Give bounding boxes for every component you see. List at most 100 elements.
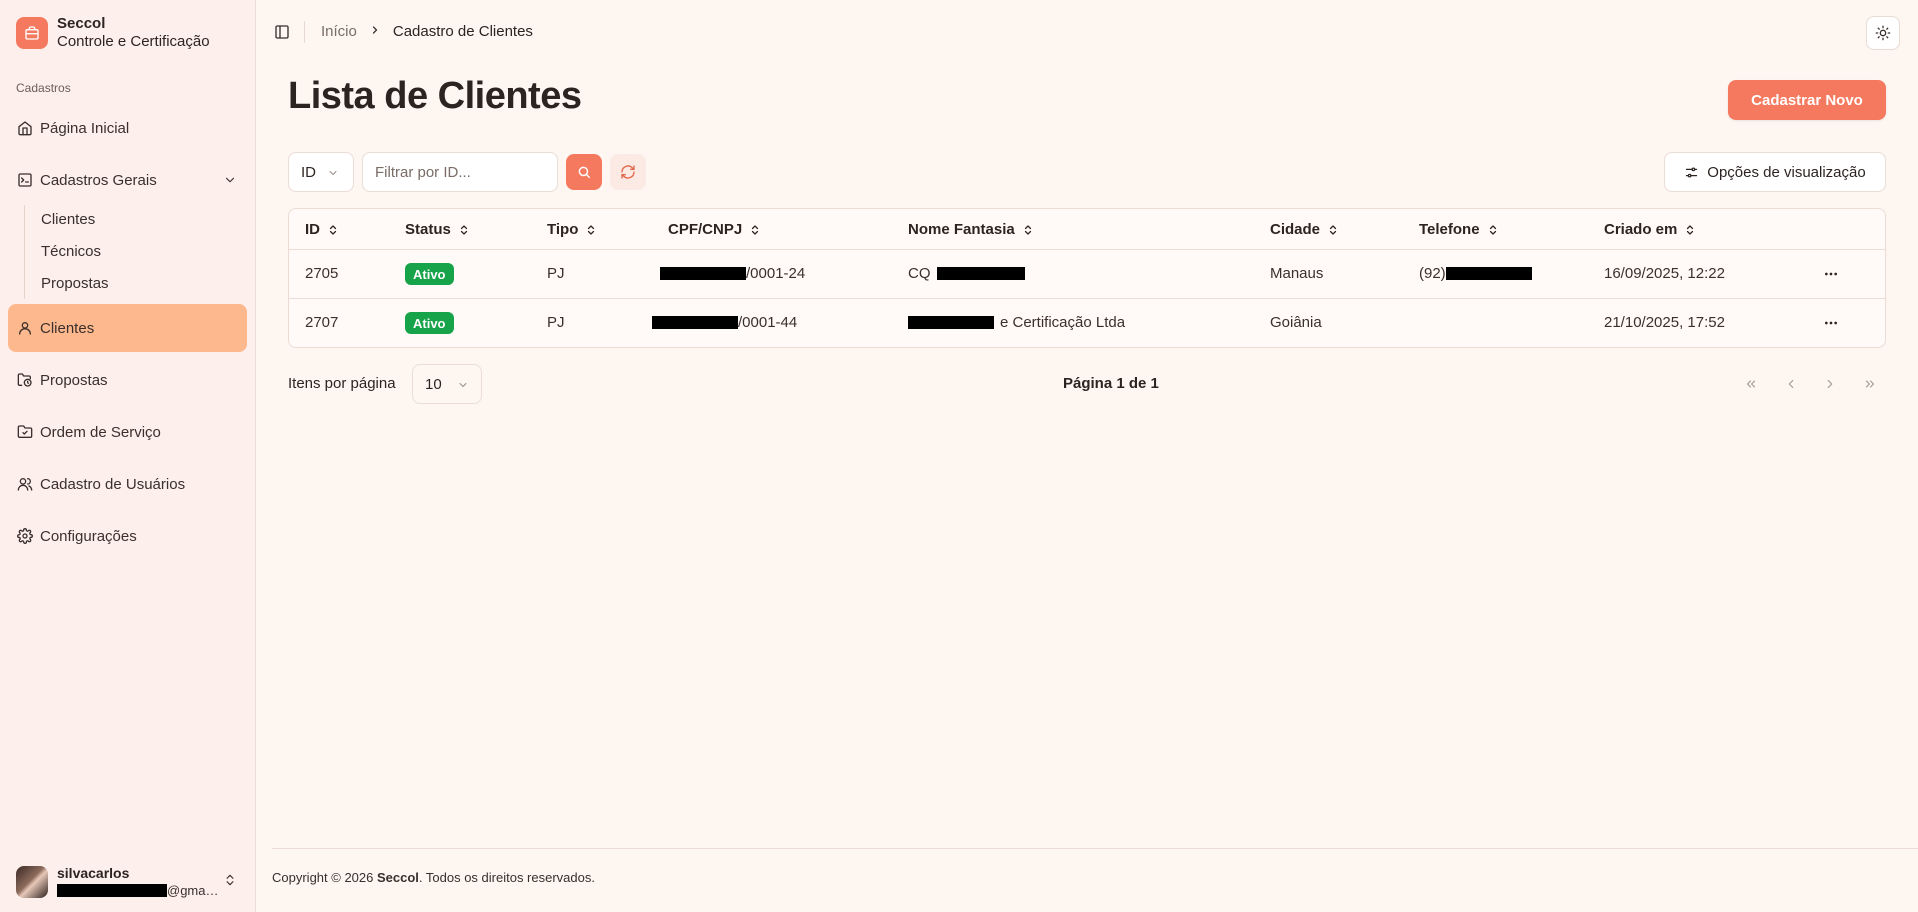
sidebar: Seccol Controle e Certificação Cadastros… (0, 0, 256, 912)
column-header-cidade[interactable]: Cidade (1270, 221, 1339, 238)
table-header: ID Status Tipo CPF/CNPJ Nome Fantasia Ci… (289, 209, 1885, 250)
column-header-cpf-cnpj[interactable]: CPF/CNPJ (668, 221, 761, 238)
search-button[interactable] (566, 154, 602, 190)
submenu-line (24, 205, 25, 299)
sidebar-item-propostas[interactable]: Propostas (8, 363, 247, 397)
chevrons-up-down-icon[interactable] (223, 872, 237, 893)
sort-icon (327, 223, 339, 237)
sort-icon (1327, 223, 1339, 237)
cell-nome-fantasia: CQ (908, 265, 1025, 282)
column-header-id[interactable]: ID (305, 221, 339, 238)
redacted-block (660, 267, 746, 280)
sort-icon (1022, 223, 1034, 237)
refresh-icon (620, 164, 636, 180)
sun-icon (1875, 25, 1891, 41)
cell-cidade: Manaus (1270, 265, 1324, 282)
sort-icon (749, 223, 761, 237)
items-per-page-select[interactable]: 10 (412, 364, 482, 404)
brand-name: Seccol (57, 15, 106, 32)
sidebar-item-ordem-de-servico[interactable]: Ordem de Serviço (8, 415, 247, 449)
chevron-down-icon (457, 378, 469, 395)
redacted-block (57, 884, 167, 897)
column-header-criado-em[interactable]: Criado em (1604, 221, 1696, 238)
user-menu[interactable]: silvacarlos @gma… (16, 865, 219, 899)
filter-field-value: ID (301, 163, 316, 181)
sidebar-item-configuracoes[interactable]: Configurações (8, 519, 247, 553)
status-badge: Ativo (405, 263, 454, 285)
status-badge: Ativo (405, 312, 454, 334)
theme-toggle-button[interactable] (1866, 16, 1900, 50)
first-page-icon[interactable] (1739, 372, 1763, 396)
more-horizontal-icon[interactable] (1819, 262, 1843, 286)
cell-tipo: PJ (547, 265, 565, 282)
footer-brand: Seccol (376, 870, 419, 885)
cell-id: 2707 (305, 314, 339, 331)
cell-telefone: (92) (1419, 265, 1532, 282)
avatar (16, 866, 48, 898)
sidebar-item-clientes[interactable]: Clientes (8, 304, 247, 352)
briefcase-icon (16, 17, 48, 49)
redacted-block (908, 316, 994, 329)
view-options-label: Opções de visualização (1707, 163, 1866, 181)
folder-check-icon (17, 424, 33, 440)
terminal-square-icon (17, 172, 33, 188)
breadcrumb-inicio[interactable]: Início (321, 23, 357, 40)
view-options-button[interactable]: Opções de visualização (1664, 152, 1886, 192)
items-per-page-label: Itens por página (288, 375, 396, 392)
redacted-block (1445, 267, 1532, 280)
footer: Copyright © 2026 Seccol. Todos os direit… (272, 870, 595, 885)
redacted-block (652, 316, 738, 329)
page-info: Página 1 de 1 (1063, 375, 1159, 392)
brand[interactable]: Seccol Controle e Certificação (16, 15, 210, 51)
chevron-right-icon (369, 23, 381, 40)
page-title: Lista de Clientes (288, 75, 582, 117)
more-horizontal-icon[interactable] (1819, 311, 1843, 335)
sort-icon (1684, 223, 1696, 237)
cell-id: 2705 (305, 265, 339, 282)
breadcrumb: Início Cadastro de Clientes (321, 23, 533, 40)
folder-clock-icon (17, 372, 33, 388)
cell-nome-fantasia: e Certificação Ltda (908, 314, 1125, 331)
column-header-telefone[interactable]: Telefone (1419, 221, 1499, 238)
brand-subtitle: Controle e Certificação (57, 33, 210, 50)
table-row[interactable]: 2707 Ativo PJ /0001-44 e Certificação Lt… (289, 299, 1885, 347)
column-header-status[interactable]: Status (405, 221, 470, 238)
cell-tipo: PJ (547, 314, 565, 331)
column-header-tipo[interactable]: Tipo (547, 221, 597, 238)
sidebar-item-label: Clientes (40, 319, 95, 337)
sort-icon (458, 223, 470, 237)
search-icon (577, 165, 591, 179)
chevron-down-icon (223, 173, 237, 191)
chevron-down-icon (327, 166, 339, 183)
column-header-nome-fantasia[interactable]: Nome Fantasia (908, 221, 1034, 238)
sidebar-item-label: Configurações (40, 527, 137, 545)
home-icon (17, 120, 33, 136)
sidebar-item-label: Página Inicial (40, 119, 130, 137)
submenu-item-tecnicos[interactable]: Técnicos (41, 243, 101, 260)
submenu-item-clientes[interactable]: Clientes (41, 211, 95, 228)
last-page-icon[interactable] (1858, 372, 1882, 396)
next-page-icon[interactable] (1818, 372, 1842, 396)
sidebar-item-cadastros-gerais[interactable]: Cadastros Gerais (8, 163, 247, 197)
table-row[interactable]: 2705 Ativo PJ /0001-24 CQ Manaus (92) 16… (289, 250, 1885, 299)
cadastrar-novo-button[interactable]: Cadastrar Novo (1728, 80, 1886, 120)
sidebar-item-label: Cadastros Gerais (40, 171, 157, 189)
sort-icon (585, 223, 597, 237)
user-icon (17, 320, 33, 336)
user-name: silvacarlos (57, 865, 130, 881)
refresh-button[interactable] (610, 154, 646, 190)
breadcrumb-current: Cadastro de Clientes (392, 23, 533, 40)
user-email: @gma… (57, 882, 219, 899)
sidebar-toggle-button[interactable] (272, 22, 292, 42)
sidebar-item-label: Propostas (40, 371, 108, 389)
cell-criado-em: 16/09/2025, 12:22 (1604, 265, 1725, 282)
sidebar-item-cadastro-de-usuarios[interactable]: Cadastro de Usuários (8, 467, 247, 501)
filter-input[interactable] (362, 152, 558, 192)
items-per-page-value: 10 (425, 375, 442, 393)
filter-field-select[interactable]: ID (288, 152, 354, 192)
previous-page-icon[interactable] (1779, 372, 1803, 396)
sidebar-item-label: Ordem de Serviço (40, 423, 161, 441)
submenu-item-propostas[interactable]: Propostas (41, 275, 109, 292)
sidebar-item-pagina-inicial[interactable]: Página Inicial (8, 111, 247, 145)
cell-cidade: Goiânia (1270, 314, 1322, 331)
